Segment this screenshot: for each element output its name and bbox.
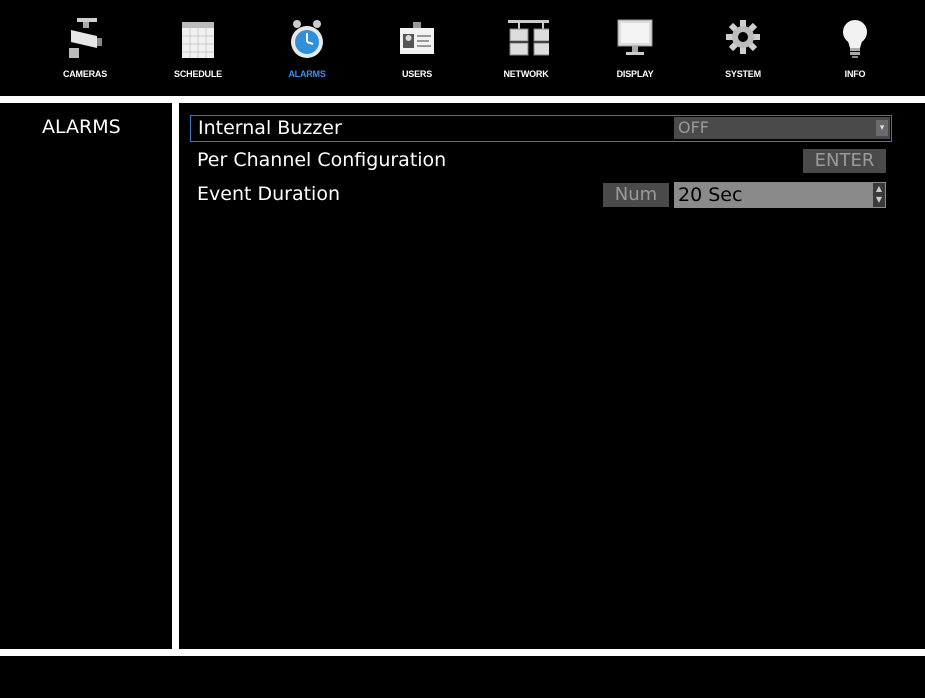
- divider-vertical: [172, 103, 179, 649]
- tab-label: DISPLAY: [616, 69, 654, 79]
- lightbulb-icon: [843, 20, 867, 58]
- calendar-icon: [182, 22, 214, 58]
- alarm-clock-icon: [291, 20, 323, 58]
- tab-label: CAMERAS: [62, 69, 108, 79]
- tab-info[interactable]: INFO: [810, 18, 900, 88]
- sidebar-title: ALARMS: [42, 116, 121, 138]
- tab-label: SCHEDULE: [174, 69, 222, 79]
- tab-users[interactable]: USERS: [372, 18, 462, 88]
- tab-display[interactable]: DISPLAY: [590, 18, 680, 88]
- event-duration-label: Event Duration: [197, 183, 340, 205]
- network-icon: [508, 20, 549, 56]
- setting-internal-buzzer[interactable]: Internal Buzzer OFF ▾: [190, 115, 892, 142]
- status-bar: [0, 656, 925, 698]
- chevron-down-icon[interactable]: ▾: [876, 120, 888, 136]
- setting-per-channel[interactable]: Per Channel Configuration ENTER: [190, 148, 892, 174]
- internal-buzzer-dropdown[interactable]: OFF ▾: [674, 117, 890, 139]
- gear-icon: [726, 20, 760, 54]
- internal-buzzer-label: Internal Buzzer: [198, 117, 342, 139]
- tab-label: ALARMS: [288, 69, 326, 79]
- tab-label: SYSTEM: [725, 69, 761, 79]
- tab-label: USERS: [401, 69, 432, 79]
- tab-label: NETWORK: [503, 69, 549, 79]
- tab-cameras[interactable]: CAMERAS: [40, 18, 130, 88]
- event-duration-value: 20 Sec: [678, 184, 743, 206]
- tab-system[interactable]: SYSTEM: [698, 18, 788, 88]
- tab-network[interactable]: NETWORK: [481, 18, 571, 88]
- internal-buzzer-value: OFF: [678, 118, 709, 137]
- tab-alarms[interactable]: ALARMS: [262, 18, 352, 88]
- tab-label: INFO: [844, 69, 866, 79]
- event-duration-spinner[interactable]: 20 Sec ▲ ▼: [674, 182, 886, 208]
- per-channel-label: Per Channel Configuration: [197, 149, 447, 171]
- id-card-icon: [400, 22, 434, 54]
- monitor-icon: [617, 19, 653, 55]
- camera-icon: [69, 18, 102, 58]
- top-nav-bar: CAMERAS SCHEDULE ALARMS USERS NETWORK DI…: [0, 0, 925, 96]
- divider-bottom: [0, 649, 925, 656]
- num-button[interactable]: Num: [603, 183, 669, 207]
- divider-top: [0, 96, 925, 103]
- enter-button[interactable]: ENTER: [803, 149, 886, 173]
- setting-event-duration[interactable]: Event Duration Num 20 Sec ▲ ▼: [190, 182, 892, 208]
- tab-schedule[interactable]: SCHEDULE: [153, 18, 243, 88]
- spinner-arrows-icon[interactable]: ▲ ▼: [873, 183, 885, 207]
